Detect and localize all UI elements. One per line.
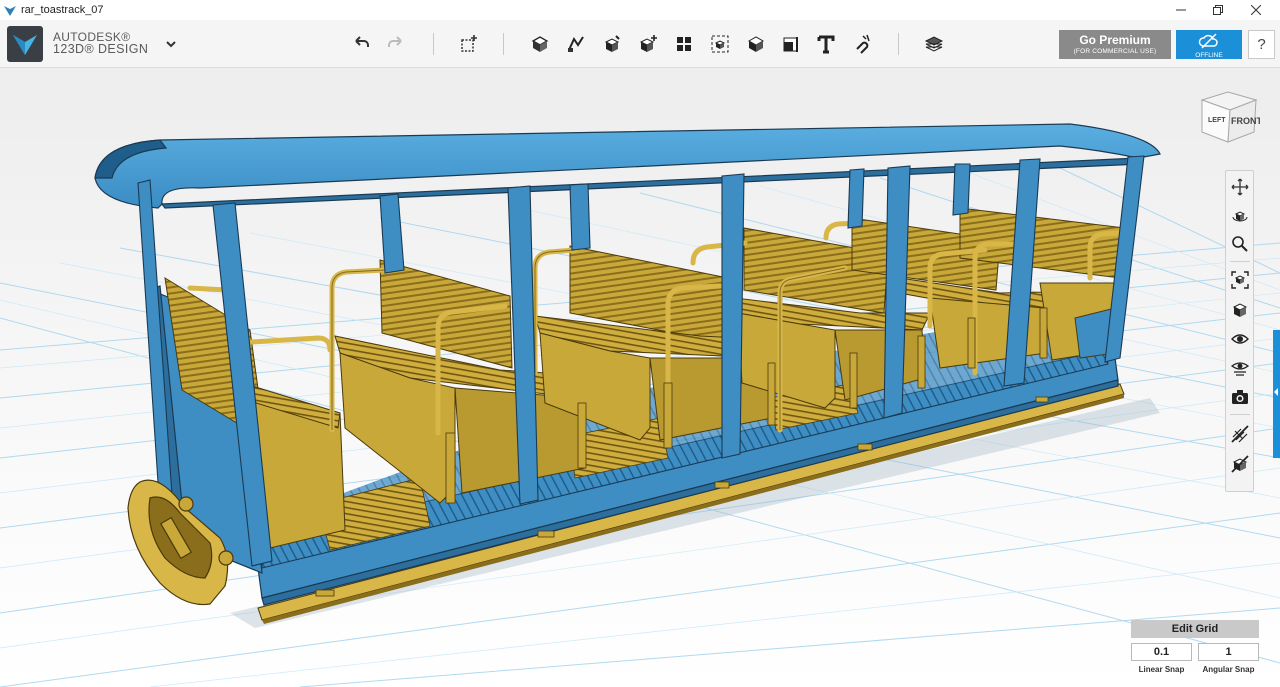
modify-icon [604, 35, 620, 52]
visibility-button[interactable] [1229, 328, 1251, 350]
material-button[interactable] [920, 30, 948, 58]
chevron-down-icon[interactable] [164, 37, 178, 51]
brand-line-2: 123D® DESIGN [53, 42, 149, 56]
nav-divider [1230, 414, 1250, 415]
redo-button[interactable] [382, 30, 410, 58]
hide-grid-button[interactable] [1229, 423, 1251, 445]
main-toolbar: AUTODESK® 123D® DESIGN Go Premium (FOR C… [0, 20, 1280, 68]
app-brand: AUTODESK® 123D® DESIGN [53, 31, 148, 55]
pan-icon [1231, 178, 1249, 196]
restore-button[interactable] [1200, 0, 1236, 20]
go-premium-button[interactable]: Go Premium (FOR COMMERCIAL USE) [1059, 30, 1171, 59]
sketch-icon [531, 36, 549, 52]
pattern-button[interactable] [634, 30, 662, 58]
offline-label: OFFLINE [1195, 52, 1223, 59]
hide-bodies-icon [1231, 455, 1249, 473]
redo-icon [388, 36, 402, 47]
title-bar: rar_toastrack_07 [0, 0, 1280, 20]
pattern-icon [639, 35, 657, 52]
material-view-icon [1231, 362, 1249, 376]
minimize-button[interactable] [1163, 0, 1199, 20]
close-button[interactable] [1238, 0, 1274, 20]
app-icon [4, 6, 16, 16]
view-cube[interactable]: LEFT FRONT [1198, 88, 1260, 146]
linear-snap-label: Linear Snap [1138, 665, 1185, 674]
hide-bodies-button[interactable] [1229, 453, 1251, 475]
linear-snap-input[interactable]: 0.1 [1131, 643, 1192, 661]
combine-icon [711, 35, 729, 53]
angular-snap-input[interactable]: 1 [1198, 643, 1259, 661]
close-icon [1251, 5, 1261, 15]
snap-icon [856, 34, 870, 54]
material-icon [924, 36, 944, 52]
primitives-icon [461, 35, 477, 52]
minimize-icon [1176, 9, 1186, 11]
help-button[interactable]: ? [1248, 30, 1275, 59]
orbit-icon [1232, 211, 1248, 222]
text-button[interactable] [812, 30, 840, 58]
undo-button[interactable] [347, 30, 375, 58]
sketch-button[interactable] [526, 30, 554, 58]
scale-button[interactable] [777, 30, 805, 58]
premium-label: Go Premium [1079, 33, 1151, 47]
3d-viewport[interactable]: LEFT FRONT [0, 68, 1280, 687]
screenshot-icon [1232, 390, 1248, 404]
navigation-bar [1225, 170, 1254, 492]
viewcube-left-label: LEFT [1208, 117, 1226, 124]
side-panel-toggle[interactable] [1273, 330, 1280, 458]
fit-icon [1231, 271, 1249, 289]
nav-divider [1230, 261, 1250, 262]
orbit-button[interactable] [1229, 205, 1251, 227]
autodesk-logo[interactable] [7, 26, 43, 62]
material-view-button[interactable] [1229, 356, 1251, 378]
visibility-icon [1231, 334, 1249, 344]
primitives-button[interactable] [455, 30, 483, 58]
measure-icon [747, 36, 765, 52]
fit-button[interactable] [1229, 269, 1251, 291]
toolbar-divider [898, 33, 899, 55]
viewcube-front-label: FRONT [1231, 116, 1260, 126]
window-title: rar_toastrack_07 [21, 4, 104, 16]
edit-grid-panel: Edit Grid 0.1 1 Linear Snap Angular Snap [1131, 620, 1259, 674]
combine-button[interactable] [706, 30, 734, 58]
view-icon [1232, 303, 1248, 317]
edit-grid-button[interactable]: Edit Grid [1131, 620, 1259, 638]
angular-snap-label: Angular Snap [1202, 665, 1255, 674]
zoom-button[interactable] [1229, 233, 1251, 255]
grouping-icon [677, 37, 691, 51]
toolbar-divider [503, 33, 504, 55]
construct-icon [568, 36, 584, 52]
premium-sublabel: (FOR COMMERCIAL USE) [1073, 48, 1157, 55]
undo-icon [355, 36, 369, 47]
construct-button[interactable] [562, 30, 590, 58]
screenshot-button[interactable] [1229, 386, 1251, 408]
pan-button[interactable] [1229, 176, 1251, 198]
toolbar-divider [433, 33, 434, 55]
zoom-icon [1232, 236, 1248, 252]
measure-button[interactable] [742, 30, 770, 58]
offline-button[interactable]: OFFLINE [1176, 30, 1242, 59]
view-button[interactable] [1229, 299, 1251, 321]
scale-icon [783, 37, 798, 52]
text-icon [817, 35, 835, 54]
hide-grid-icon [1231, 425, 1249, 443]
modify-button[interactable] [598, 30, 626, 58]
snap-button[interactable] [848, 30, 876, 58]
grouping-button[interactable] [670, 30, 698, 58]
scene-canvas[interactable] [0, 68, 1280, 687]
cloud-offline-icon [1198, 33, 1218, 49]
restore-icon [1213, 5, 1223, 15]
